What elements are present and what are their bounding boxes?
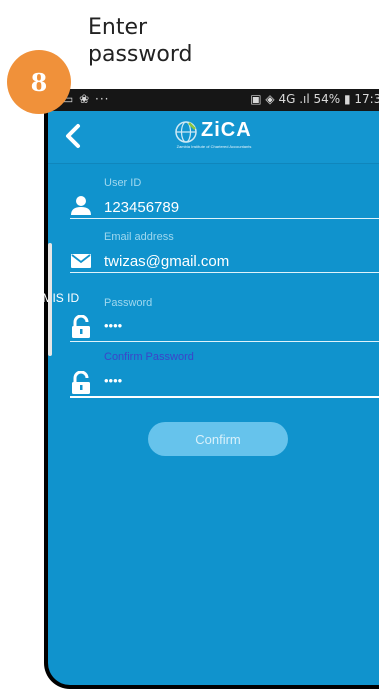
email-field[interactable]: Email address twizas@gmail.com	[70, 231, 379, 273]
password-underline	[70, 341, 379, 342]
logo-text: ZiCA	[201, 119, 252, 141]
email-underline	[70, 272, 379, 273]
password-field[interactable]: Password ••••	[70, 297, 379, 342]
app-screen: ▭ ❀ ··· ▣ ◈ 4G .ıl 54% ▮ 17:39 ZiCA Zamb…	[48, 89, 379, 685]
back-button[interactable]	[58, 119, 88, 153]
password-label: Password	[104, 297, 153, 309]
email-label: Email address	[104, 231, 174, 243]
caption-line-1: Enter	[88, 15, 148, 40]
caption-line-2: password	[88, 42, 193, 67]
user-id-label: User ID	[104, 177, 142, 189]
unlock-icon	[72, 371, 90, 394]
step-number-badge: 8	[7, 50, 71, 114]
user-id-field[interactable]: User ID 123456789	[70, 177, 379, 219]
phone-frame: ▭ ❀ ··· ▣ ◈ 4G .ıl 54% ▮ 17:39 ZiCA Zamb…	[44, 89, 379, 689]
app-toolbar: ZiCA Zambia Institute of Chartered Accou…	[48, 111, 379, 164]
confirm-button[interactable]: Confirm	[148, 422, 288, 456]
email-value: twizas@gmail.com	[104, 253, 230, 270]
zica-logo: ZiCA Zambia Institute of Chartered Accou…	[173, 117, 255, 155]
password-value: ••••	[104, 318, 123, 333]
user-id-value: 123456789	[104, 199, 180, 216]
unlock-icon	[72, 315, 90, 338]
envelope-icon	[71, 254, 91, 268]
user-icon	[71, 196, 91, 215]
step-caption: Enter password	[88, 14, 238, 68]
user-id-underline	[70, 218, 379, 219]
chevron-left-icon	[66, 124, 80, 148]
phone-side-handle	[48, 243, 52, 356]
confirm-password-underline	[70, 396, 379, 398]
status-right-info: ▣ ◈ 4G .ıl 54% ▮ 17:39	[250, 92, 379, 106]
confirm-password-value: ••••	[104, 373, 123, 388]
validation-message: Valid IMIS ID	[10, 291, 80, 305]
logo-subtitle: Zambia Institute of Chartered Accountant…	[176, 144, 252, 149]
status-left-icons: ▭ ❀ ···	[62, 92, 110, 106]
confirm-password-field[interactable]: Confirm Password ••••	[70, 351, 379, 398]
globe-logo-icon	[175, 121, 197, 143]
status-bar: ▭ ❀ ··· ▣ ◈ 4G .ıl 54% ▮ 17:39	[48, 89, 379, 111]
confirm-password-label: Confirm Password	[104, 351, 194, 363]
